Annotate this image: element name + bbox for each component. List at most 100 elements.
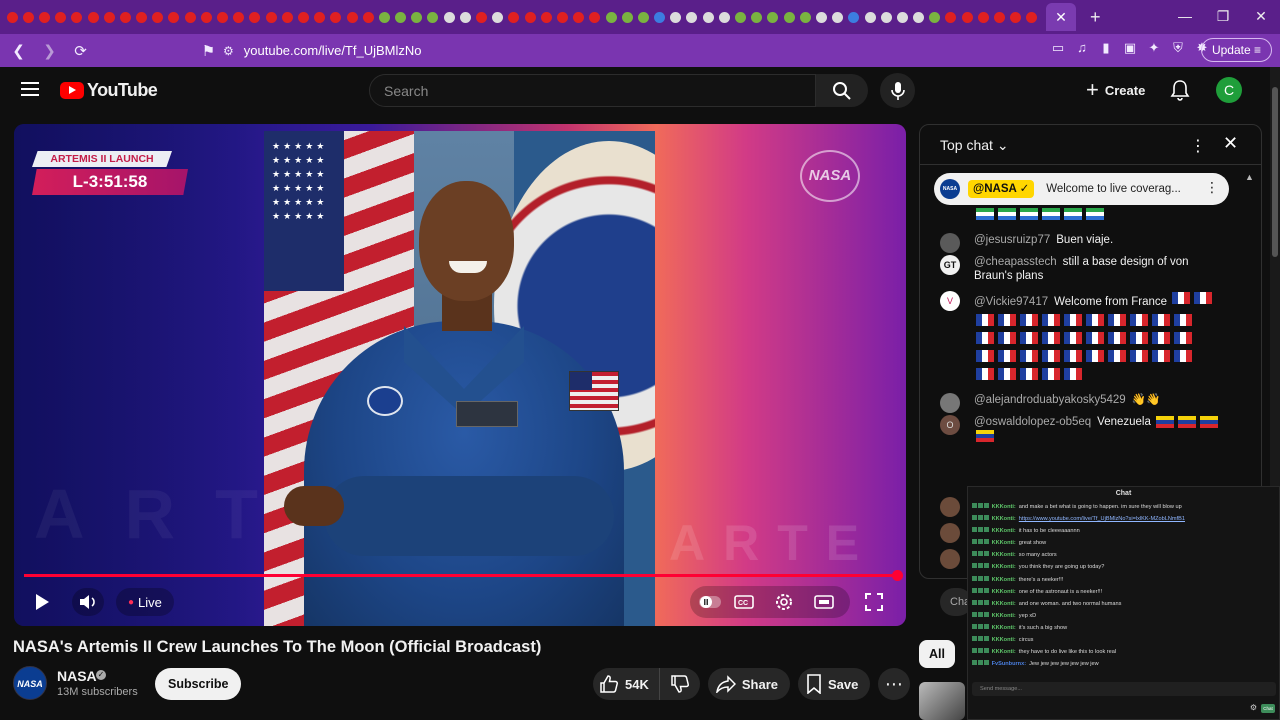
- fullscreen-button[interactable]: [862, 590, 886, 614]
- reload-icon[interactable]: ⟳: [68, 42, 93, 60]
- tab-favicon-icon[interactable]: [783, 11, 795, 23]
- tab-favicon-icon[interactable]: [896, 11, 908, 23]
- tab-favicon-icon[interactable]: [378, 11, 390, 23]
- tab-favicon-icon[interactable]: [556, 11, 568, 23]
- forward-icon[interactable]: ❯: [37, 42, 62, 60]
- search-input[interactable]: [370, 75, 815, 106]
- omnibox[interactable]: ⚙ youtube.com/live/Tf_UjBMlzNo: [195, 37, 945, 64]
- youtube-logo[interactable]: YouTube: [60, 80, 158, 101]
- autoplay-toggle[interactable]: [696, 586, 724, 618]
- tab-favicon-icon[interactable]: [832, 11, 844, 23]
- related-video-thumbnail[interactable]: [919, 682, 965, 720]
- create-button[interactable]: + Create: [1086, 79, 1145, 101]
- tab-favicon-icon[interactable]: [362, 11, 374, 23]
- volume-button[interactable]: [72, 588, 104, 616]
- tab-favicon-icon[interactable]: [330, 11, 342, 23]
- tab-favicon-icon[interactable]: [233, 11, 245, 23]
- site-info-icon[interactable]: ⚙: [223, 44, 234, 58]
- filter-chip-all[interactable]: All: [919, 640, 955, 668]
- pinned-message[interactable]: NASA @NASA ✓ Welcome to live coverag... …: [934, 173, 1229, 205]
- chat-mode-dropdown[interactable]: Top chat ⌄: [940, 137, 1009, 154]
- tab-favicon-icon[interactable]: [281, 11, 293, 23]
- tab-favicon-icon[interactable]: [168, 11, 180, 23]
- overlay-chat-author[interactable]: KKKonti:: [992, 577, 1016, 583]
- pinned-more-icon[interactable]: ⋮: [1205, 179, 1219, 196]
- tab-favicon-icon[interactable]: [573, 11, 585, 23]
- overlay-chat-author[interactable]: KKKonti:: [992, 601, 1016, 607]
- live-progress-bar[interactable]: [24, 574, 896, 577]
- notifications-bell-icon[interactable]: [1170, 79, 1190, 106]
- dislike-button[interactable]: [660, 668, 700, 700]
- tab-favicon-icon[interactable]: [55, 11, 67, 23]
- tab-favicon-icon[interactable]: [589, 11, 601, 23]
- subscribe-button[interactable]: Subscribe: [155, 668, 242, 700]
- tab-favicon-icon[interactable]: [71, 11, 83, 23]
- chat-author[interactable]: @alejandroduabyakosky5429: [974, 394, 1126, 406]
- captions-button[interactable]: CC: [724, 586, 764, 618]
- share-button[interactable]: Share: [707, 668, 790, 700]
- tab-favicon-icon[interactable]: [864, 11, 876, 23]
- tab-favicon-icon[interactable]: [249, 11, 261, 23]
- tab-favicon-icon[interactable]: [605, 11, 617, 23]
- close-window-button[interactable]: ✕: [1242, 0, 1280, 34]
- tab-favicon-icon[interactable]: [443, 11, 455, 23]
- update-button[interactable]: Update ≡: [1200, 38, 1272, 62]
- tab-favicon-icon[interactable]: [492, 11, 504, 23]
- tab-favicon-icon[interactable]: [767, 11, 779, 23]
- back-icon[interactable]: ❮: [6, 42, 31, 60]
- overlay-chat-author[interactable]: KKKonti:: [992, 504, 1016, 510]
- overlay-settings-icon[interactable]: ⚙: [1250, 703, 1257, 712]
- more-actions-button[interactable]: ⋯: [878, 668, 911, 700]
- search-button[interactable]: [816, 74, 868, 107]
- maximize-button[interactable]: ❐: [1204, 0, 1242, 34]
- overlay-chat-author[interactable]: KKKonti:: [992, 552, 1016, 558]
- tab-favicon-icon[interactable]: [848, 11, 860, 23]
- tab-favicon-icon[interactable]: [427, 11, 439, 23]
- overlay-chat-author[interactable]: FvSunburnx:: [992, 661, 1027, 667]
- tab-favicon-icon[interactable]: [87, 11, 99, 23]
- tab-favicon-icon[interactable]: [945, 11, 957, 23]
- sidebar-icon[interactable]: ▮: [1098, 40, 1114, 56]
- tab-favicon-icon[interactable]: [119, 11, 131, 23]
- tab-favicon-icon[interactable]: [799, 11, 811, 23]
- chat-author[interactable]: @jesusruizp77: [974, 234, 1050, 246]
- tab-favicon-icon[interactable]: [411, 11, 423, 23]
- tab-favicon-icon[interactable]: [702, 11, 714, 23]
- scroll-up-icon[interactable]: ▲: [1245, 172, 1254, 182]
- play-button[interactable]: [30, 590, 54, 614]
- overlay-chat-author[interactable]: KKKonti:: [992, 613, 1016, 619]
- overlay-chat-text[interactable]: https://www.youtube.com/live/Tf_UjBMlzNo…: [1019, 516, 1185, 522]
- tab-favicon-icon[interactable]: [395, 11, 407, 23]
- tab-favicon-icon[interactable]: [508, 11, 520, 23]
- tab-favicon-icon[interactable]: [476, 11, 488, 23]
- tab-favicon-icon[interactable]: [314, 11, 326, 23]
- overlay-chat-author[interactable]: KKKonti:: [992, 528, 1016, 534]
- tab-favicon-icon[interactable]: [977, 11, 989, 23]
- active-tab[interactable]: ✕: [1046, 3, 1076, 31]
- tab-favicon-icon[interactable]: [994, 11, 1006, 23]
- minimize-button[interactable]: —: [1166, 0, 1204, 34]
- overlay-chat-author[interactable]: KKKonti:: [992, 589, 1016, 595]
- tab-favicon-icon[interactable]: [524, 11, 536, 23]
- tab-favicon-icon[interactable]: [152, 11, 164, 23]
- tab-favicon-icon[interactable]: [670, 11, 682, 23]
- music-icon[interactable]: ♫: [1074, 40, 1090, 56]
- overlay-message-input[interactable]: Send message...: [972, 682, 1276, 696]
- overlay-chat-author[interactable]: KKKonti:: [992, 516, 1016, 522]
- tab-favicon-icon[interactable]: [751, 11, 763, 23]
- live-indicator[interactable]: ● Live: [116, 588, 174, 616]
- vpn-icon[interactable]: ⛨: [1170, 40, 1186, 56]
- chat-author[interactable]: @cheapasstech: [974, 256, 1057, 268]
- close-chat-icon[interactable]: ✕: [1223, 133, 1238, 154]
- channel-avatar[interactable]: NASA: [13, 666, 47, 700]
- channel-name[interactable]: NASA: [57, 668, 97, 684]
- overlay-chat-author[interactable]: KKKonti:: [992, 649, 1016, 655]
- tab-favicon-icon[interactable]: [815, 11, 827, 23]
- url-text[interactable]: youtube.com/live/Tf_UjBMlzNo: [244, 43, 422, 58]
- overlay-chat-author[interactable]: KKKonti:: [992, 540, 1016, 546]
- tab-favicon-icon[interactable]: [217, 11, 229, 23]
- overlay-chat-author[interactable]: KKKonti:: [992, 564, 1016, 570]
- overlay-chat-author[interactable]: KKKonti:: [992, 637, 1016, 643]
- video-player[interactable]: ARTE ARTE ★★★★★★★★★★★★★★★★★★★★★★★★★★★★★★…: [14, 124, 906, 626]
- progress-scrubber[interactable]: [892, 570, 903, 581]
